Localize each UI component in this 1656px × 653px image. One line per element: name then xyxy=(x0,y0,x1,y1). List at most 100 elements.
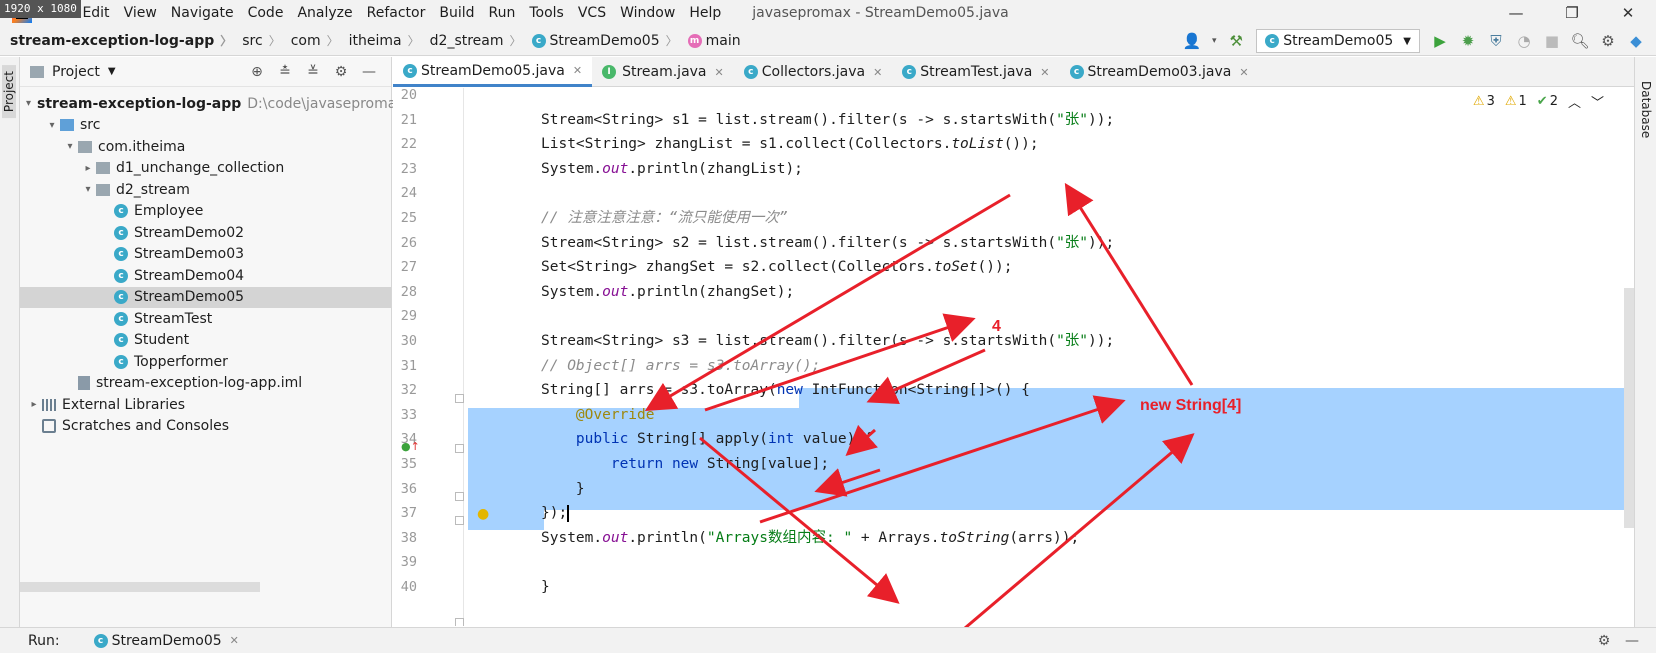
menu-item-vcs[interactable]: VCS xyxy=(571,0,613,26)
code-line[interactable]: 35 return new String[value]; xyxy=(393,451,1634,477)
code-line[interactable]: 36 } xyxy=(393,476,1634,502)
chevron-down-icon[interactable]: ▾ xyxy=(80,184,96,195)
gear-icon[interactable]: ⚙ xyxy=(1596,29,1620,53)
menu-item-help[interactable]: Help xyxy=(682,0,728,26)
editor-tab[interactable]: c StreamDemo05.java ✕ xyxy=(393,57,593,87)
editor-tab[interactable]: c StreamDemo03.java ✕ xyxy=(1060,57,1259,87)
vertical-scrollbar[interactable] xyxy=(1624,288,1634,528)
menu-item-view[interactable]: View xyxy=(117,0,164,26)
code-line[interactable]: 39 xyxy=(393,549,1634,575)
override-marker-icon[interactable]: ●↑ xyxy=(401,440,420,453)
chevron-up-icon[interactable]: ︿ xyxy=(1568,92,1581,111)
code-line[interactable]: 28 System.out.println(zhangSet); xyxy=(393,279,1634,305)
breadcrumb-project[interactable]: stream-exception-log-app 〉 xyxy=(0,32,232,49)
search-icon[interactable]: 🔍︎ xyxy=(1568,29,1592,53)
code-line[interactable]: 29 xyxy=(393,303,1634,329)
code-line[interactable]: 34 public String[] apply(int value) { xyxy=(393,426,1634,452)
gear-icon[interactable]: ⚙ xyxy=(327,61,355,83)
hide-panel-icon[interactable]: — xyxy=(1618,630,1646,652)
code-line[interactable]: 32 String[] arrs = s3.toArray(new IntFunc… xyxy=(393,377,1634,403)
editor-tab[interactable]: c StreamTest.java ✕ xyxy=(892,57,1059,87)
breadcrumb-com[interactable]: com 〉 xyxy=(281,32,339,49)
chevron-down-icon[interactable]: ▾ xyxy=(1208,29,1220,53)
project-tool-button[interactable]: Project xyxy=(2,65,16,119)
menu-item-navigate[interactable]: Navigate xyxy=(164,0,241,26)
breadcrumb-class[interactable]: c StreamDemo05 〉 xyxy=(522,32,678,49)
chevron-right-icon[interactable]: ▸ xyxy=(26,399,42,410)
locate-icon[interactable]: ⊕ xyxy=(243,61,271,83)
menu-item-edit[interactable]: Edit xyxy=(75,0,116,26)
close-button[interactable]: ✕ xyxy=(1600,0,1656,26)
build-hammer-icon[interactable]: ⚒ xyxy=(1224,29,1248,53)
code-line[interactable]: 33 @Override xyxy=(393,402,1634,428)
menu-item-code[interactable]: Code xyxy=(241,0,291,26)
chevron-down-icon[interactable]: ▾ xyxy=(62,141,78,152)
close-icon[interactable]: ✕ xyxy=(715,66,724,79)
horizontal-scrollbar[interactable] xyxy=(20,582,260,592)
code-line[interactable]: 21 Stream<String> s1 = list.stream().filt… xyxy=(393,107,1634,133)
collapse-all-icon[interactable]: ≚ xyxy=(299,61,327,83)
menu-item-refactor[interactable]: Refactor xyxy=(360,0,433,26)
debug-icon[interactable]: ✹ xyxy=(1456,29,1480,53)
code-line[interactable]: 24 xyxy=(393,180,1634,206)
tree-item[interactable]: c StreamDemo03 xyxy=(20,244,391,266)
expand-all-icon[interactable]: ≛ xyxy=(271,61,299,83)
close-icon[interactable]: ✕ xyxy=(573,64,582,77)
code-line[interactable]: 27 Set<String> zhangSet = s2.collect(Coll… xyxy=(393,254,1634,280)
code-editor[interactable]: 20 21 Stream<String> s1 = list.stream().fi… xyxy=(393,88,1634,626)
tree-item[interactable]: ▾ com.itheima xyxy=(20,136,391,158)
run-icon[interactable]: ▶ xyxy=(1428,29,1452,53)
menu-item-run[interactable]: Run xyxy=(482,0,523,26)
tree-item[interactable]: stream-exception-log-app.iml xyxy=(20,373,391,395)
tree-item[interactable]: Scratches and Consoles xyxy=(20,416,391,438)
gear-icon[interactable]: ⚙ xyxy=(1590,630,1618,652)
code-line[interactable]: 38 System.out.println("Arrays数组内容: " + Ar… xyxy=(393,525,1634,551)
fold-marker[interactable] xyxy=(455,492,464,501)
bulb-icon[interactable]: ● xyxy=(477,506,489,522)
tree-item[interactable]: c Employee xyxy=(20,201,391,223)
chevron-down-icon[interactable]: ▾ xyxy=(26,98,31,109)
tree-item[interactable]: ▸ External Libraries xyxy=(20,394,391,416)
close-icon[interactable]: ✕ xyxy=(1239,66,1248,79)
close-icon[interactable]: ✕ xyxy=(1040,66,1049,79)
stop-icon[interactable]: ■ xyxy=(1540,29,1564,53)
inspection-widget[interactable]: ⚠ 3 ⚠ 1 ✔ 2 ︿ ﹀ xyxy=(1463,92,1604,111)
run-configuration-select[interactable]: c StreamDemo05 ▼ xyxy=(1256,29,1420,53)
menu-item-analyze[interactable]: Analyze xyxy=(290,0,359,26)
tree-item[interactable]: c StreamDemo05 xyxy=(20,286,391,308)
user-icon[interactable]: 👤 xyxy=(1180,29,1204,53)
editor-tab[interactable]: I Stream.java ✕ xyxy=(592,57,734,87)
database-tool-button[interactable]: Database xyxy=(1639,81,1653,138)
tree-item[interactable]: c StreamDemo04 xyxy=(20,265,391,287)
tree-item[interactable]: c StreamTest xyxy=(20,308,391,330)
chevron-right-icon[interactable]: ▸ xyxy=(80,163,96,174)
code-line[interactable]: 30 Stream<String> s3 = list.stream().filt… xyxy=(393,328,1634,354)
tree-item[interactable]: c Student xyxy=(20,330,391,352)
chevron-down-icon[interactable]: ▾ xyxy=(44,120,60,131)
minimize-button[interactable]: — xyxy=(1488,0,1544,26)
hide-panel-icon[interactable]: — xyxy=(355,61,383,83)
fold-marker[interactable] xyxy=(455,444,464,453)
chevron-down-icon[interactable]: ﹀ xyxy=(1591,92,1604,111)
fold-marker[interactable] xyxy=(455,516,464,525)
code-line[interactable]: 23 System.out.println(zhangList); xyxy=(393,156,1634,182)
tree-item[interactable]: c Topperformer xyxy=(20,351,391,373)
code-line[interactable]: 22 List<String> zhangList = s1.collect(Co… xyxy=(393,131,1634,157)
profile-icon[interactable]: ◔ xyxy=(1512,29,1536,53)
breadcrumb-itheima[interactable]: itheima 〉 xyxy=(339,32,420,49)
tree-item[interactable]: ▸ d1_unchange_collection xyxy=(20,158,391,180)
breadcrumb-d2-stream[interactable]: d2_stream 〉 xyxy=(420,32,522,49)
code-line[interactable]: 25 // 注意注意注意：“流只能使用一次” xyxy=(393,205,1634,231)
code-line[interactable]: 20 xyxy=(393,88,1634,108)
close-icon[interactable]: ✕ xyxy=(873,66,882,79)
close-icon[interactable]: ✕ xyxy=(230,634,239,647)
menu-item-window[interactable]: Window xyxy=(613,0,682,26)
menu-item-build[interactable]: Build xyxy=(432,0,481,26)
fold-marker[interactable] xyxy=(455,618,464,626)
breadcrumb-method[interactable]: m main xyxy=(678,33,741,49)
code-line[interactable]: 40} xyxy=(393,574,1634,600)
plugin-icon[interactable]: ◆ xyxy=(1624,29,1648,53)
editor-tab[interactable]: c Collectors.java ✕ xyxy=(734,57,893,87)
tree-item[interactable]: ▾ src xyxy=(20,115,391,137)
maximize-button[interactable]: ❐ xyxy=(1544,0,1600,26)
